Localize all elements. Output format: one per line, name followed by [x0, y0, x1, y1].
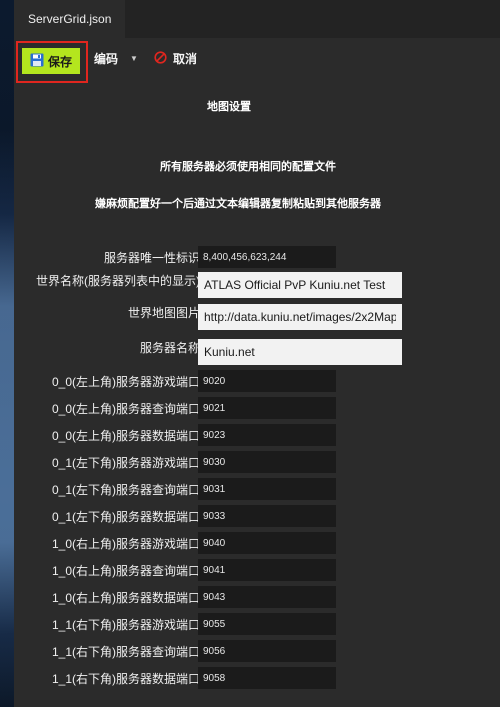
- field-label: 世界地图图片: [127, 306, 200, 320]
- note-same-config: 所有服务器必须使用相同的配置文件: [160, 161, 336, 173]
- field-input[interactable]: [198, 304, 402, 330]
- field-label: 0_0(左上角)服务器游戏端口: [51, 375, 200, 389]
- field-input[interactable]: [198, 246, 336, 268]
- field-label: 0_1(左下角)服务器游戏端口: [51, 456, 200, 470]
- encoding-menu[interactable]: 编码 ▼: [94, 50, 138, 67]
- field-label: 1_1(右下角)服务器数据端口: [51, 672, 200, 686]
- window-titlebar: ServerGrid.json: [14, 0, 500, 38]
- field-label: 1_1(右下角)服务器游戏端口: [51, 618, 200, 632]
- encoding-label: 编码: [94, 52, 119, 66]
- floppy-disk-icon: [30, 53, 44, 70]
- field-input[interactable]: [198, 640, 336, 662]
- field-label: 服务器唯一性标识: [103, 251, 200, 265]
- field-label: 服务器名称: [139, 341, 200, 355]
- field-label: 1_0(右上角)服务器游戏端口: [51, 537, 200, 551]
- field-input[interactable]: [198, 559, 336, 581]
- cancel-button[interactable]: 取消: [154, 50, 197, 67]
- window-title-tab[interactable]: ServerGrid.json: [14, 0, 126, 38]
- field-input[interactable]: [198, 532, 336, 554]
- field-input[interactable]: [198, 339, 402, 365]
- settings-panel: 保存 编码 ▼ 取消 地图设置 所有服务器必须使用相同的配置文件 嫌麻烦配置好一…: [14, 38, 500, 707]
- field-input[interactable]: [198, 397, 336, 419]
- field-input[interactable]: [198, 667, 336, 689]
- save-label: 保存: [47, 54, 72, 69]
- field-label: 0_0(左上角)服务器数据端口: [51, 429, 200, 443]
- chevron-down-icon: ▼: [130, 54, 138, 63]
- field-label: 0_0(左上角)服务器查询端口: [51, 402, 200, 416]
- field-label: 0_1(左下角)服务器查询端口: [51, 483, 200, 497]
- field-input[interactable]: [198, 613, 336, 635]
- note-copy-paste: 嫌麻烦配置好一个后通过文本编辑器复制粘贴到其他服务器: [95, 198, 381, 210]
- field-label: 1_0(右上角)服务器查询端口: [51, 564, 200, 578]
- field-input[interactable]: [198, 505, 336, 527]
- field-label: 世界名称(服务器列表中的显示): [36, 274, 200, 288]
- prohibited-icon: [154, 50, 167, 67]
- field-label: 1_0(右上角)服务器数据端口: [51, 591, 200, 605]
- save-button-highlight: 保存: [16, 41, 88, 83]
- field-label: 0_1(左下角)服务器数据端口: [51, 510, 200, 524]
- field-input[interactable]: [198, 424, 336, 446]
- field-input[interactable]: [198, 478, 336, 500]
- field-input[interactable]: [198, 272, 402, 298]
- toolbar: 保存 编码 ▼ 取消: [14, 38, 500, 86]
- save-button[interactable]: 保存: [22, 48, 80, 74]
- field-input[interactable]: [198, 370, 336, 392]
- field-input[interactable]: [198, 451, 336, 473]
- field-label: 1_1(右下角)服务器查询端口: [51, 645, 200, 659]
- field-input[interactable]: [198, 586, 336, 608]
- section-title: 地图设置: [207, 101, 251, 113]
- cancel-label: 取消: [173, 52, 198, 66]
